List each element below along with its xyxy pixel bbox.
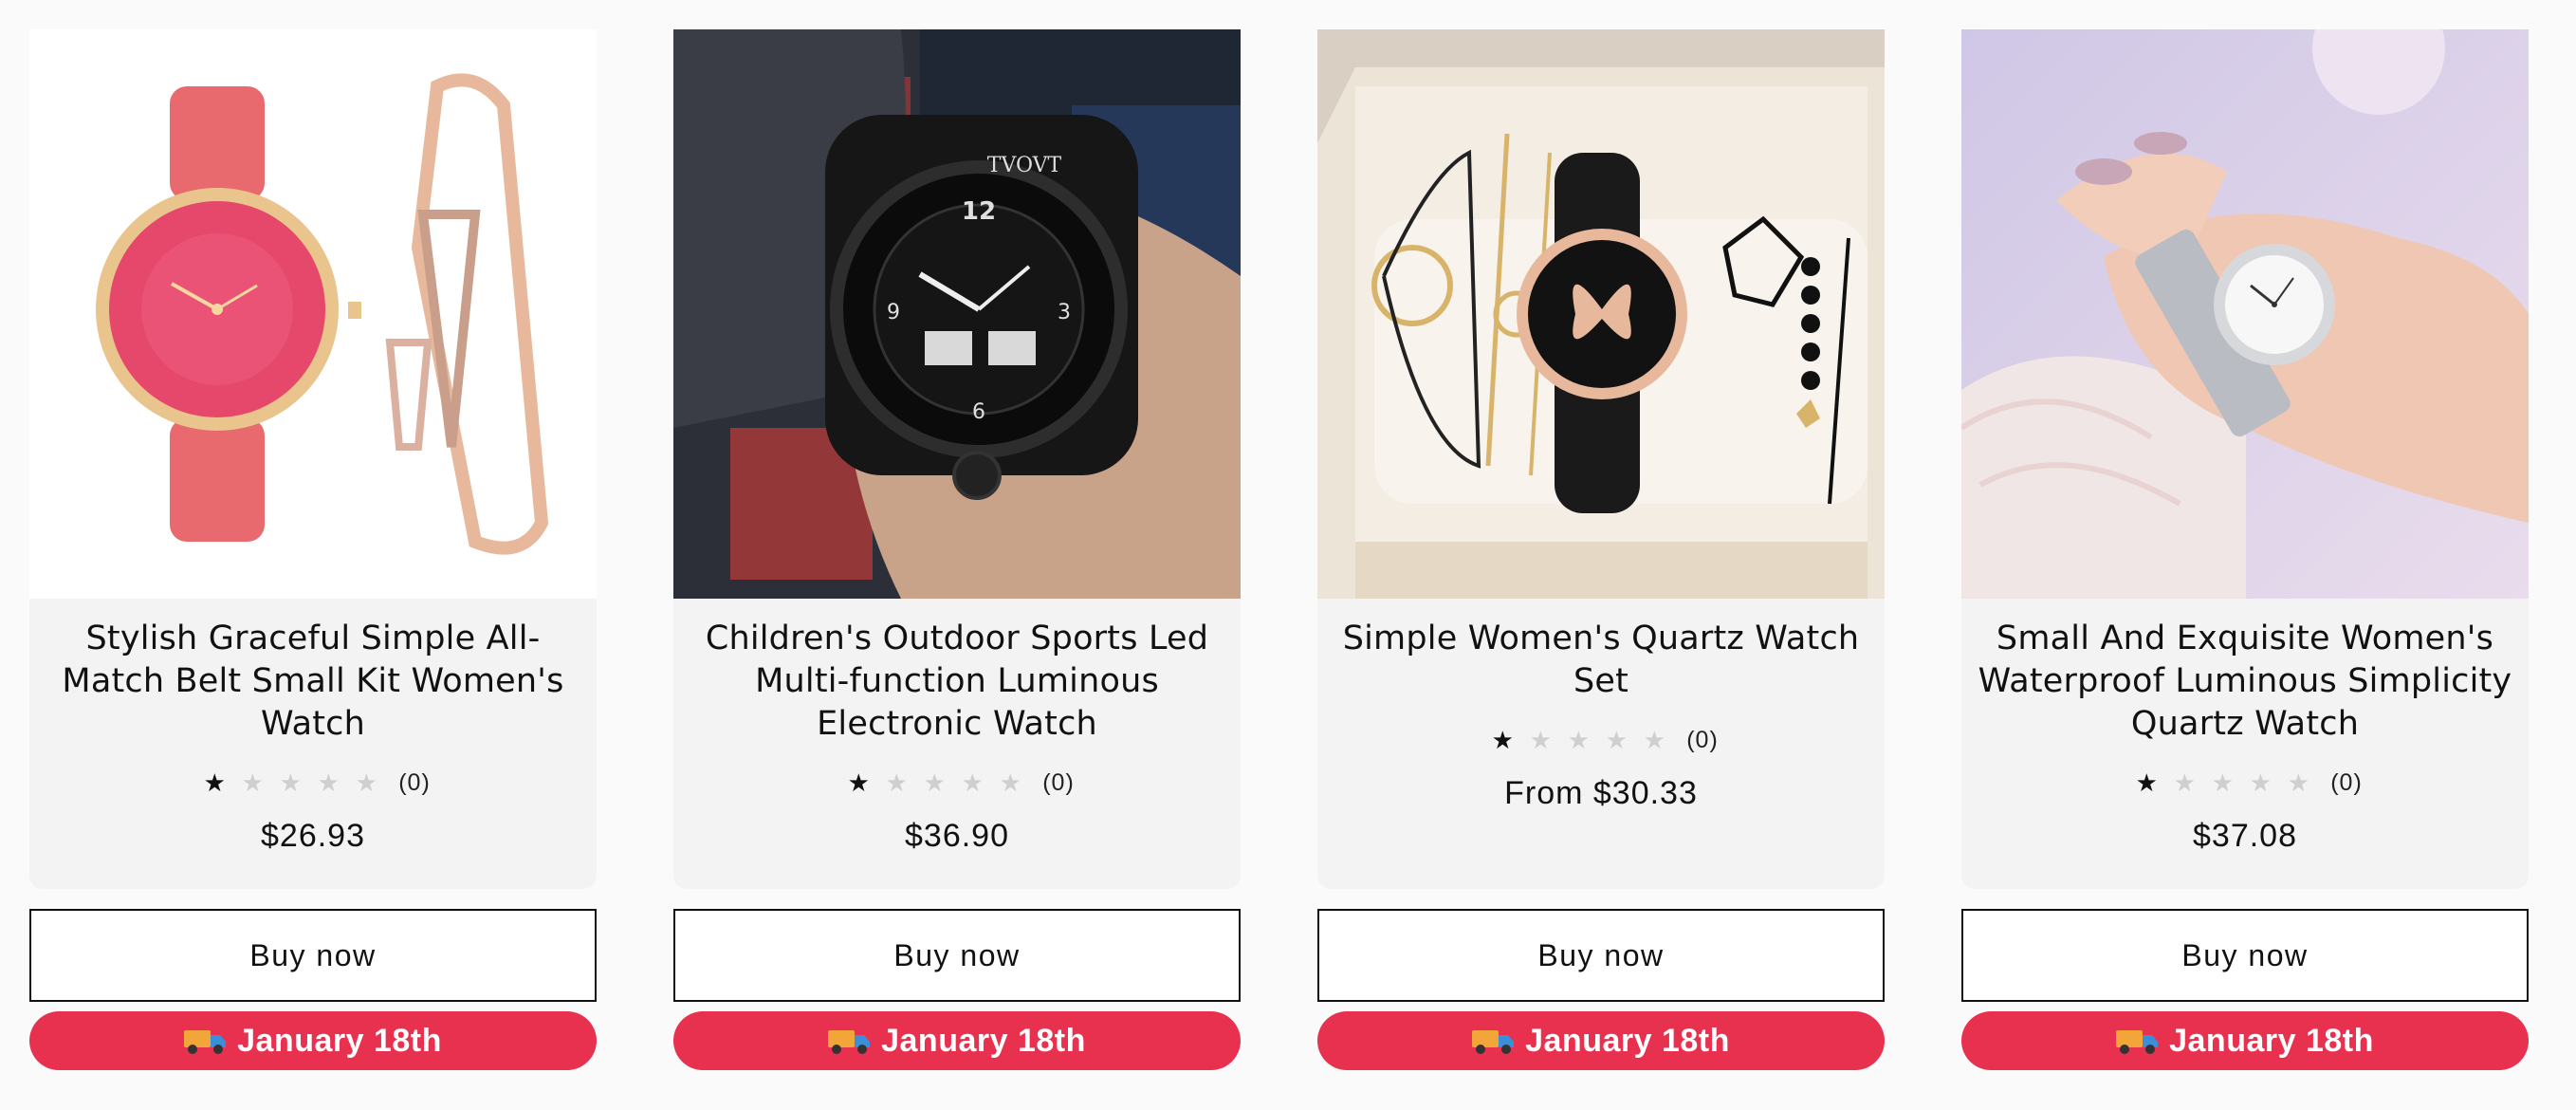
product-grid: Stylish Graceful Simple All-Match Belt S… [29, 29, 2529, 1070]
review-count: (0) [1686, 726, 1719, 753]
delivery-badge: January 18th [1317, 1011, 1885, 1070]
star-icon: ★ [847, 768, 870, 797]
star-icon: ★ [1643, 725, 1665, 754]
truck-icon [2116, 1030, 2159, 1054]
delivery-date: January 18th [2169, 1022, 2374, 1059]
svg-text:9: 9 [887, 301, 900, 324]
product-title[interactable]: Children's Outdoor Sports Led Multi-func… [679, 618, 1235, 746]
brand-text: TVOVT [987, 154, 1062, 177]
star-icon: ★ [1491, 725, 1514, 754]
delivery-date: January 18th [881, 1022, 1086, 1059]
review-count: (0) [2330, 768, 2363, 796]
product-image[interactable] [1961, 29, 2529, 599]
product-title[interactable]: Small And Exquisite Women's Waterproof L… [1967, 618, 2523, 746]
star-icon: ★ [2249, 768, 2272, 797]
star-icon: ★ [355, 768, 377, 797]
star-icon: ★ [923, 768, 946, 797]
black-sports-watch-image: 12 6 9 3 TVOVT [673, 29, 1241, 599]
truck-icon [1472, 1030, 1515, 1054]
svg-text:6: 6 [972, 400, 985, 424]
buy-now-button[interactable]: Buy now [29, 909, 597, 1002]
svg-text:12: 12 [962, 197, 996, 226]
star-icon: ★ [1567, 725, 1590, 754]
product-price: $26.93 [261, 818, 365, 854]
review-count: (0) [1042, 768, 1075, 796]
product-price: $37.08 [2193, 818, 2297, 854]
star-icon: ★ [2211, 768, 2234, 797]
product-image[interactable] [29, 29, 597, 599]
product-price: $36.90 [905, 818, 1009, 854]
silver-watch-image [1961, 29, 2529, 599]
product-info: Simple Women's Quartz Watch Set ★ ★ ★ ★ … [1317, 599, 1885, 889]
star-icon: ★ [961, 768, 984, 797]
truck-icon [828, 1030, 871, 1054]
star-rating: ★ ★ ★ ★ ★ (0) [1317, 724, 1885, 756]
star-icon: ★ [1529, 725, 1552, 754]
product-image[interactable]: 12 6 9 3 TVOVT [673, 29, 1241, 599]
product-title[interactable]: Stylish Graceful Simple All-Match Belt S… [35, 618, 591, 746]
product-title[interactable]: Simple Women's Quartz Watch Set [1323, 618, 1879, 703]
star-icon: ★ [241, 768, 264, 797]
star-rating: ★ ★ ★ ★ ★ (0) [1961, 767, 2529, 799]
product-card: Simple Women's Quartz Watch Set ★ ★ ★ ★ … [1317, 29, 1885, 1070]
pink-watch-image [29, 29, 597, 599]
delivery-date: January 18th [237, 1022, 442, 1059]
product-card: 12 6 9 3 TVOVT Children's Outdoor Sports… [673, 29, 1241, 1070]
star-icon: ★ [999, 768, 1021, 797]
star-icon: ★ [1605, 725, 1628, 754]
star-rating: ★ ★ ★ ★ ★ (0) [673, 767, 1241, 799]
product-info: Children's Outdoor Sports Led Multi-func… [673, 599, 1241, 889]
star-icon: ★ [2287, 768, 2309, 797]
star-icon: ★ [279, 768, 302, 797]
product-image[interactable] [1317, 29, 1885, 599]
svg-text:3: 3 [1058, 301, 1071, 324]
product-info: Small And Exquisite Women's Waterproof L… [1961, 599, 2529, 889]
delivery-date: January 18th [1525, 1022, 1730, 1059]
truck-icon [184, 1030, 227, 1054]
product-price: From $30.33 [1504, 775, 1698, 811]
star-icon: ★ [2173, 768, 2196, 797]
product-info: Stylish Graceful Simple All-Match Belt S… [29, 599, 597, 889]
review-count: (0) [398, 768, 431, 796]
delivery-badge: January 18th [29, 1011, 597, 1070]
buy-now-button[interactable]: Buy now [1317, 909, 1885, 1002]
star-rating: ★ ★ ★ ★ ★ (0) [29, 767, 597, 799]
buy-now-button[interactable]: Buy now [1961, 909, 2529, 1002]
delivery-badge: January 18th [673, 1011, 1241, 1070]
star-icon: ★ [2135, 768, 2158, 797]
buy-now-button[interactable]: Buy now [673, 909, 1241, 1002]
delivery-badge: January 18th [1961, 1011, 2529, 1070]
product-card: Stylish Graceful Simple All-Match Belt S… [29, 29, 597, 1070]
star-icon: ★ [203, 768, 226, 797]
product-card: Small And Exquisite Women's Waterproof L… [1961, 29, 2529, 1070]
watch-set-image [1317, 29, 1885, 599]
star-icon: ★ [317, 768, 340, 797]
star-icon: ★ [885, 768, 908, 797]
